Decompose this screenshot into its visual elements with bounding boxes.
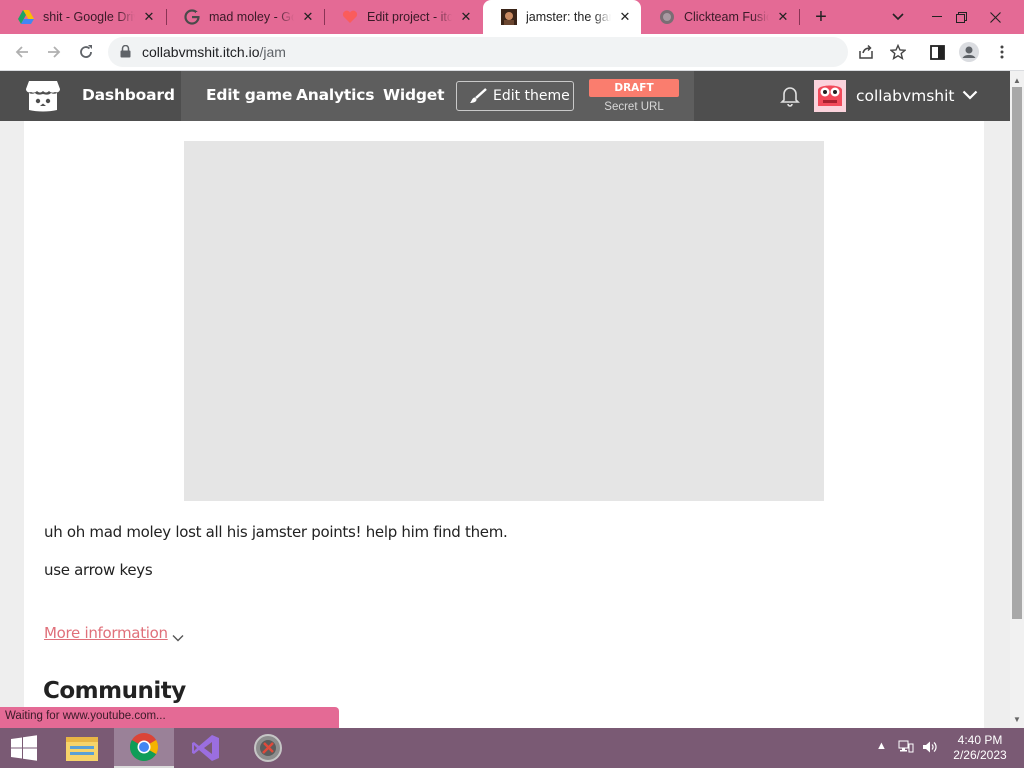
share-icon[interactable] (854, 40, 878, 64)
lock-icon[interactable] (120, 44, 131, 63)
clock-date: 2/26/2023 (953, 748, 1007, 762)
game-embed-placeholder[interactable] (184, 141, 824, 501)
browser-menu-icon[interactable] (990, 40, 1014, 64)
chevron-down-icon[interactable] (172, 629, 184, 647)
game-instructions-line: use arrow keys (44, 561, 153, 579)
tab-title: mad moley - Google Search (209, 10, 294, 24)
globe-icon (659, 9, 675, 25)
file-explorer-icon[interactable] (52, 728, 112, 768)
close-tab-icon[interactable]: ✕ (775, 9, 791, 25)
tab-title: jamster: the game (526, 10, 611, 24)
clickteam-icon[interactable] (238, 728, 298, 768)
url-text: collabvmshit.itch.io/jam (142, 44, 286, 60)
start-button[interactable] (0, 728, 48, 768)
chrome-icon[interactable] (114, 728, 174, 768)
address-bar[interactable]: collabvmshit.itch.io/jam (108, 37, 848, 67)
dashboard-link[interactable]: Dashboard (82, 86, 175, 104)
user-avatar[interactable] (814, 80, 846, 112)
volume-icon[interactable] (922, 740, 938, 757)
edit-theme-button[interactable]: Edit theme (456, 81, 574, 111)
itch-heart-icon (342, 9, 358, 25)
loading-status-text: Waiting for www.youtube.com... (0, 707, 339, 728)
profile-avatar-icon[interactable] (957, 40, 981, 64)
back-arrow-icon[interactable] (10, 40, 34, 64)
secret-url-link[interactable]: Secret URL (589, 101, 679, 113)
reload-icon[interactable] (74, 40, 98, 64)
widget-link[interactable]: Widget (383, 86, 445, 104)
jamster-icon (501, 9, 517, 25)
url-host: collabvmshit.itch.io (142, 44, 260, 60)
tab-title: Edit project - itch.io (367, 10, 452, 24)
taskbar-clock[interactable]: 4:40 PM 2/26/2023 (944, 733, 1016, 763)
forward-arrow-icon[interactable] (42, 40, 66, 64)
edit-game-link[interactable]: Edit game (206, 86, 292, 104)
draft-badge: DRAFT (589, 79, 679, 97)
tab-google-search[interactable]: mad moley - Google Search ✕ (166, 0, 324, 34)
paintbrush-icon (470, 88, 487, 103)
show-hidden-icons-icon[interactable]: ▲ (876, 740, 887, 752)
game-description-line: uh oh mad moley lost all his jamster poi… (44, 523, 508, 541)
scroll-down-icon[interactable]: ▼ (1010, 712, 1024, 726)
tab-clickteam[interactable]: Clickteam Fusion ✕ (641, 0, 799, 34)
network-icon[interactable] (898, 740, 914, 757)
tab-google-drive[interactable]: shit - Google Drive ✕ (0, 0, 165, 34)
close-tab-icon[interactable]: ✕ (141, 9, 157, 25)
community-heading: Community (43, 678, 186, 704)
analytics-link[interactable]: Analytics (296, 86, 374, 104)
tab-separator (799, 9, 800, 25)
visual-studio-icon[interactable] (176, 728, 236, 768)
close-tab-icon[interactable]: ✕ (458, 9, 474, 25)
user-menu-chevron-icon[interactable] (962, 87, 978, 105)
more-information-link[interactable]: More information (44, 624, 168, 642)
scrollbar-thumb[interactable] (1012, 87, 1022, 619)
google-drive-icon (18, 9, 34, 25)
browser-toolbar: collabvmshit.itch.io/jam (0, 34, 1024, 71)
edit-theme-label: Edit theme (493, 88, 570, 104)
side-panel-icon[interactable] (925, 40, 949, 64)
tab-edit-project[interactable]: Edit project - itch.io ✕ (324, 0, 482, 34)
close-tab-icon[interactable]: ✕ (617, 9, 633, 25)
close-window-icon[interactable] (978, 0, 1012, 34)
game-page-column: uh oh mad moley lost all his jamster poi… (24, 121, 984, 728)
tab-jamster[interactable]: jamster: the game ✕ (483, 0, 641, 34)
clock-time: 4:40 PM (957, 733, 1003, 747)
tab-strip: shit - Google Drive ✕ mad moley - Google… (0, 0, 1024, 34)
scroll-up-icon[interactable]: ▲ (1010, 73, 1024, 87)
bookmark-star-icon[interactable] (886, 40, 910, 64)
new-tab-button[interactable]: + (809, 5, 833, 29)
restore-icon[interactable] (944, 0, 978, 34)
tab-title: Clickteam Fusion (684, 10, 769, 24)
url-path: /jam (259, 44, 286, 60)
notification-bell-icon[interactable] (780, 85, 800, 112)
google-icon (184, 9, 200, 25)
close-tab-icon[interactable]: ✕ (300, 9, 316, 25)
username-link[interactable]: collabvmshit (856, 87, 955, 105)
windows-taskbar: ▲ (0, 728, 1024, 768)
itch-logo-icon[interactable] (25, 79, 61, 113)
tab-search-chevron-icon[interactable] (881, 0, 915, 34)
itch-user-header: Dashboard Edit game Analytics Widget Edi… (0, 71, 1010, 121)
tab-title: shit - Google Drive (43, 10, 135, 24)
